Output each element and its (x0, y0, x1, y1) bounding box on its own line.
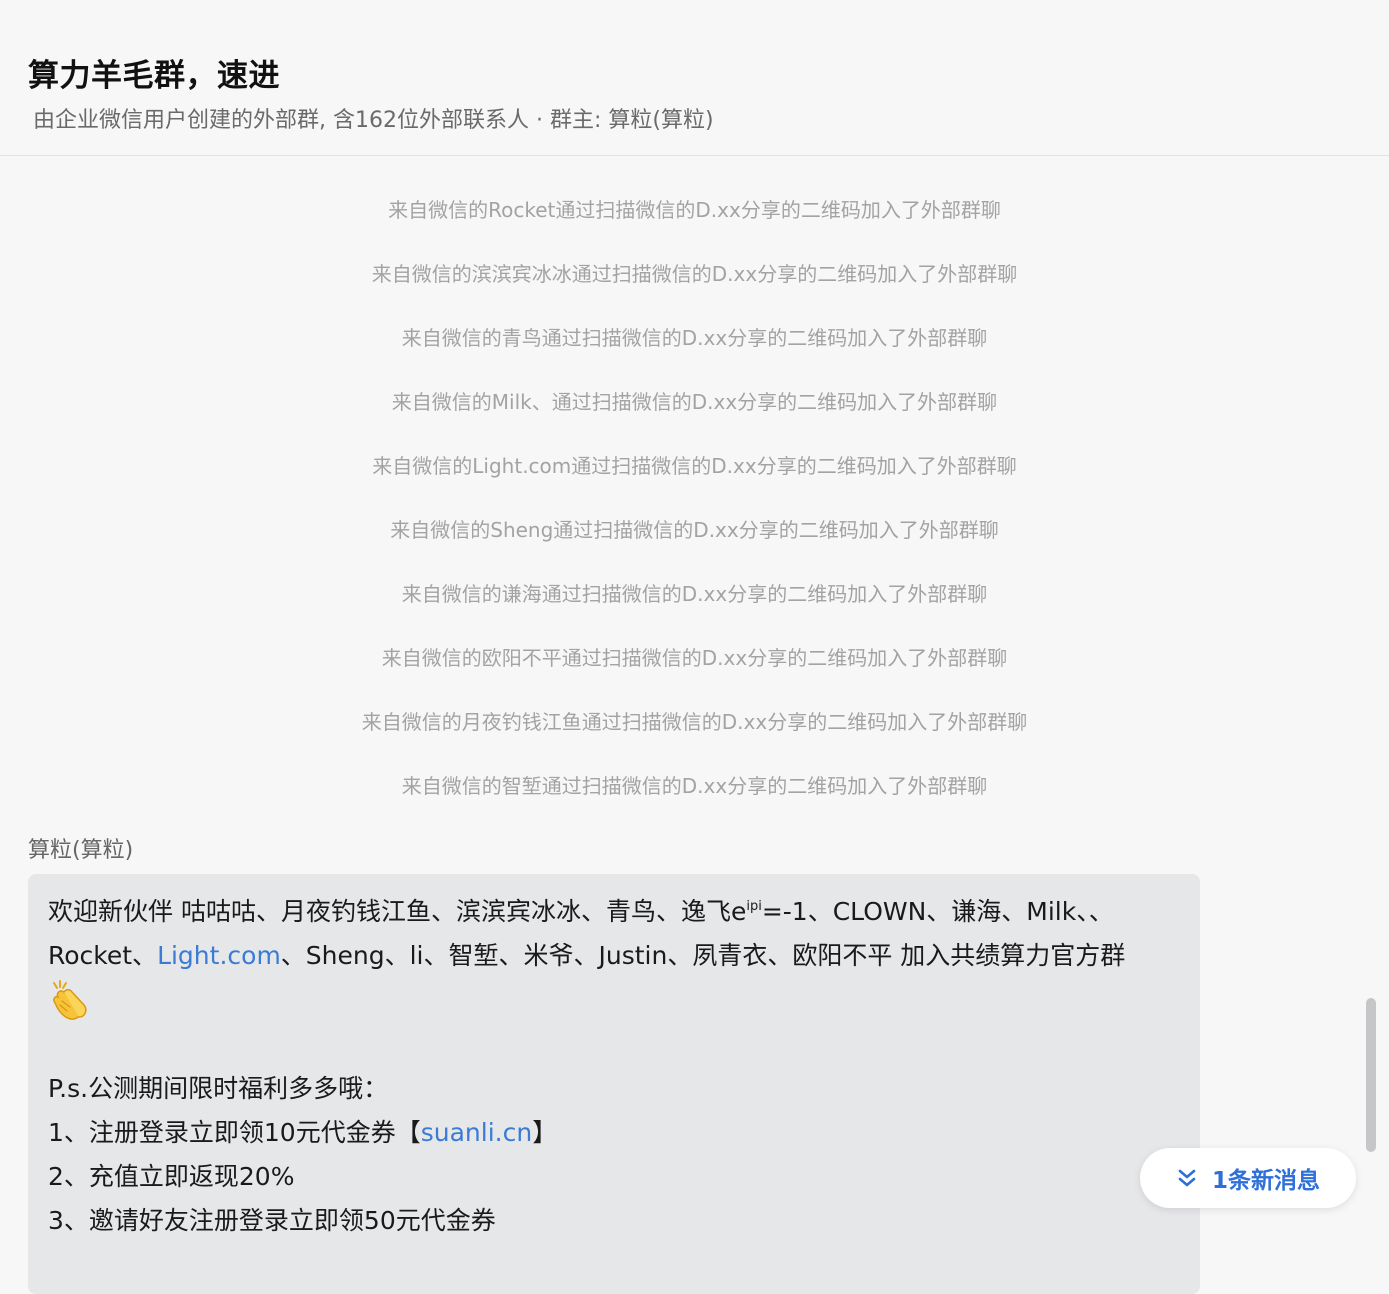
suanli-link[interactable]: suanli.cn (421, 1118, 532, 1147)
system-message: 来自微信的Milk、通过扫描微信的D.xx分享的二维码加入了外部群聊 (391, 390, 998, 414)
system-message: 来自微信的智堑通过扫描微信的D.xx分享的二维码加入了外部群聊 (401, 774, 988, 798)
system-message: 来自微信的青鸟通过扫描微信的D.xx分享的二维码加入了外部群聊 (401, 326, 988, 350)
message-bubble[interactable]: 欢迎新伙伴 咕咕咕、月夜钓钱江鱼、滨滨宾冰冰、青鸟、逸飞eipi=-1、CLOW… (28, 874, 1200, 1294)
scrollbar-thumb[interactable] (1366, 998, 1376, 1152)
system-message: 来自微信的Rocket通过扫描微信的D.xx分享的二维码加入了外部群聊 (388, 198, 1001, 222)
ps-line: P.s.公测期间限时福利多多哦： (48, 1074, 389, 1103)
message-line: Rocket、Light.com、Sheng、li、智堑、米爷、Justin、夙… (48, 934, 1160, 978)
message-line (48, 978, 1160, 1023)
welcome-names: Rocket、 (48, 941, 158, 970)
benefit-text: 1、注册登录立即领10元代金券【 (48, 1118, 421, 1147)
system-message: 来自微信的谦海通过扫描微信的D.xx分享的二维码加入了外部群聊 (401, 582, 988, 606)
benefit-item-1: 1、注册登录立即领10元代金券【suanli.cn】 (48, 1111, 1160, 1155)
clapping-hands-icon (48, 979, 92, 1023)
system-message-list: 来自微信的Rocket通过扫描微信的D.xx分享的二维码加入了外部群聊 来自微信… (0, 192, 1389, 832)
system-message: 来自微信的欧阳不平通过扫描微信的D.xx分享的二维码加入了外部群聊 (381, 646, 1008, 670)
group-subtitle: 由企业微信用户创建的外部群, 含162位外部联系人 · 群主: 算粒(算粒) (33, 108, 714, 133)
light-com-link[interactable]: Light.com (157, 941, 281, 970)
chat-header: 算力羊毛群，速进 由企业微信用户创建的外部群, 含162位外部联系人 · 群主:… (0, 0, 1389, 156)
double-chevron-down-icon (1176, 1167, 1198, 1189)
message-line: 欢迎新伙伴 咕咕咕、月夜钓钱江鱼、滨滨宾冰冰、青鸟、逸飞eipi=-1、CLOW… (48, 890, 1160, 934)
new-message-label: 1条新消息 (1211, 1168, 1320, 1194)
new-message-button[interactable]: 1条新消息 (1140, 1148, 1356, 1208)
system-message: 来自微信的Sheng通过扫描微信的D.xx分享的二维码加入了外部群聊 (390, 518, 999, 542)
welcome-text: 欢迎新伙伴 咕咕咕、月夜钓钱江鱼、滨滨宾冰冰、青鸟、逸飞e (48, 897, 747, 926)
benefit-text-end: 】 (532, 1118, 558, 1147)
system-message: 来自微信的滨滨宾冰冰通过扫描微信的D.xx分享的二维码加入了外部群聊 (371, 262, 1018, 286)
benefit-item-2: 2、充值立即返现20% (48, 1162, 295, 1191)
welcome-text-rest: =-1、CLOWN、谦海、Milk、、 (761, 897, 1114, 926)
welcome-names-rest: 、Sheng、li、智堑、米爷、Justin、夙青衣、欧阳不平 加入共绩算力官方… (280, 941, 1126, 970)
message-sender-name[interactable]: 算粒(算粒) (28, 832, 133, 864)
system-message: 来自微信的Light.com通过扫描微信的D.xx分享的二维码加入了外部群聊 (372, 454, 1017, 478)
benefit-item-3: 3、邀请好友注册登录立即领50元代金券 (48, 1206, 496, 1235)
system-message: 来自微信的月夜钓钱江鱼通过扫描微信的D.xx分享的二维码加入了外部群聊 (361, 710, 1028, 734)
group-title[interactable]: 算力羊毛群，速进 (28, 50, 280, 95)
superscript-text: ipi (746, 899, 762, 914)
